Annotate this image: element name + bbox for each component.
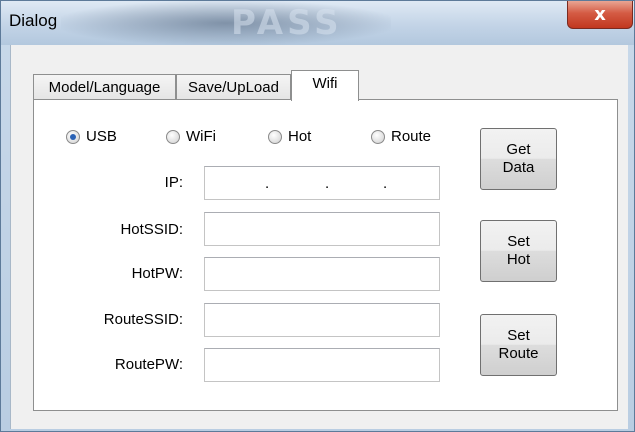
ip-label: IP:	[164, 174, 183, 191]
set-route-button[interactable]: Set Route	[480, 314, 557, 376]
hot-ssid-label: HotSSID:	[120, 221, 183, 238]
tab-wifi[interactable]: Wifi	[291, 70, 359, 101]
set-hot-button[interactable]: Set Hot	[480, 220, 557, 282]
ip-separator: .	[325, 175, 330, 192]
radio-unselected-icon	[166, 129, 180, 144]
radio-hot[interactable]: Hot	[268, 128, 311, 145]
button-label-line1: Set	[507, 327, 530, 344]
dialog-client-area: Model/Language Save/UpLoad Wifi USB WiFi…	[10, 45, 628, 429]
tab-save-upload[interactable]: Save/UpLoad	[176, 74, 291, 100]
hot-pw-input[interactable]	[204, 257, 440, 291]
tab-label: Model/Language	[48, 79, 161, 96]
tab-model-language[interactable]: Model/Language	[33, 74, 176, 100]
radio-unselected-icon	[268, 129, 282, 144]
hot-ssid-input[interactable]	[204, 212, 440, 246]
radio-wifi[interactable]: WiFi	[166, 128, 216, 145]
button-label-line1: Get	[506, 141, 531, 158]
button-label-line1: Set	[507, 233, 530, 250]
button-label-line2: Hot	[506, 251, 531, 268]
close-icon: x	[594, 4, 606, 25]
title-bar[interactable]: PASS Dialog x	[1, 1, 634, 45]
tab-label: Wifi	[312, 75, 338, 92]
radio-label: USB	[86, 128, 117, 145]
dialog-window: PASS Dialog x Model/Language Save/UpLoad…	[0, 0, 635, 432]
hot-pw-label: HotPW:	[131, 265, 183, 282]
route-pw-input[interactable]	[204, 348, 440, 382]
radio-selected-icon	[66, 129, 80, 144]
ip-address-input[interactable]: . . .	[204, 166, 440, 200]
button-label-line2: Route	[498, 345, 539, 362]
title-bar-watermark-text: PASS	[231, 3, 343, 43]
route-ssid-label: RouteSSID:	[103, 311, 183, 328]
route-pw-label: RoutePW:	[114, 356, 183, 373]
tab-label: Save/UpLoad	[188, 79, 279, 96]
radio-unselected-icon	[371, 129, 385, 144]
button-label-line2: Data	[502, 159, 535, 176]
radio-label: WiFi	[186, 128, 216, 145]
close-button[interactable]: x	[567, 1, 633, 29]
radio-usb[interactable]: USB	[66, 128, 117, 145]
ip-separator: .	[265, 175, 270, 192]
get-data-button[interactable]: Get Data	[480, 128, 557, 190]
window-title: Dialog	[9, 11, 58, 30]
route-ssid-input[interactable]	[204, 303, 440, 337]
wifi-tab-panel: USB WiFi Hot Route IP: . . . HotSSID: Ho…	[33, 99, 618, 411]
radio-label: Hot	[288, 128, 312, 145]
radio-label: Route	[391, 128, 432, 145]
radio-route[interactable]: Route	[371, 128, 431, 145]
ip-separator: .	[383, 175, 388, 192]
